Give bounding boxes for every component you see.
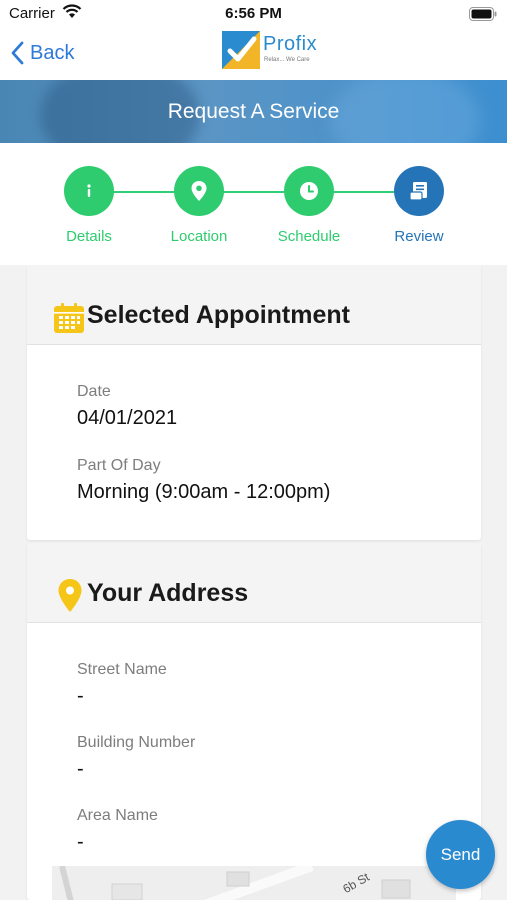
receipt-icon — [409, 182, 427, 201]
step-label-review[interactable]: Review — [364, 228, 474, 245]
step-location[interactable] — [174, 166, 224, 216]
clock-icon — [300, 182, 318, 200]
street-name-value: - — [77, 685, 84, 707]
profix-logo: Profix Relax... We Care — [222, 31, 322, 71]
step-schedule[interactable] — [284, 166, 334, 216]
part-of-day-value: Morning (9:00am - 12:00pm) — [77, 481, 331, 503]
back-label: Back — [30, 41, 75, 64]
progress-stepper: Details Location Schedule Review — [0, 143, 507, 265]
area-name-value: - — [77, 831, 84, 853]
status-bar: Carrier 6:56 PM — [0, 0, 507, 28]
appointment-card: Selected Appointment Date 04/01/2021 Par… — [27, 265, 481, 540]
send-button[interactable]: Send — [426, 820, 495, 889]
navigation-bar: Back Profix Relax... We Care — [0, 28, 507, 80]
step-label-details[interactable]: Details — [34, 228, 144, 245]
appointment-card-title: Selected Appointment — [87, 301, 350, 329]
building-number-value: - — [77, 758, 84, 780]
logo-tagline: Relax... We Care — [264, 57, 310, 63]
map-streets — [52, 866, 456, 900]
step-label-schedule[interactable]: Schedule — [254, 228, 364, 245]
back-button[interactable]: Back — [10, 38, 74, 68]
date-label: Date — [77, 383, 111, 400]
chevron-left-icon — [11, 41, 24, 65]
appointment-card-header: Selected Appointment — [27, 265, 481, 345]
location-pin-icon — [191, 181, 207, 201]
building-number-label: Building Number — [77, 734, 196, 751]
map-preview[interactable]: 6b St — [52, 866, 456, 900]
street-name-label: Street Name — [77, 661, 167, 678]
address-card-title: Your Address — [87, 579, 249, 607]
status-time: 6:56 PM — [225, 5, 282, 22]
page-header-banner: Request A Service — [0, 80, 507, 143]
page-title: Request A Service — [167, 100, 340, 123]
step-details[interactable] — [64, 166, 114, 216]
calendar-icon — [54, 303, 84, 333]
date-value: 04/01/2021 — [77, 407, 178, 429]
step-connector — [113, 191, 174, 193]
part-of-day-label: Part Of Day — [77, 457, 161, 474]
address-card: Your Address Street Name - Building Numb… — [27, 543, 481, 900]
logo-name: Profix — [263, 33, 318, 55]
step-connector — [333, 191, 394, 193]
logo-check-icon — [222, 31, 260, 69]
info-icon — [87, 184, 91, 197]
location-pin-icon — [58, 579, 82, 612]
step-review[interactable] — [394, 166, 444, 216]
battery-icon — [469, 7, 497, 26]
area-name-label: Area Name — [77, 807, 158, 824]
step-connector — [223, 191, 284, 193]
step-label-location[interactable]: Location — [144, 228, 254, 245]
address-card-header: Your Address — [27, 543, 481, 623]
